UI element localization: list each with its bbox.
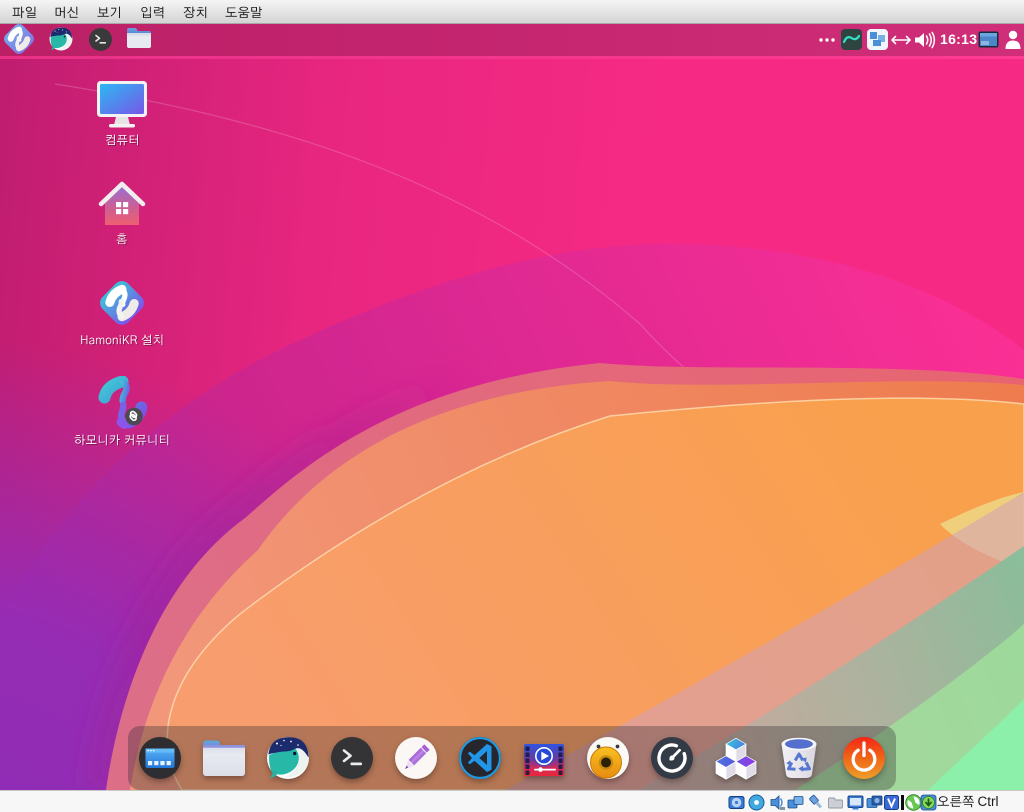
svg-text:Ctrl: Ctrl — [978, 794, 999, 809]
